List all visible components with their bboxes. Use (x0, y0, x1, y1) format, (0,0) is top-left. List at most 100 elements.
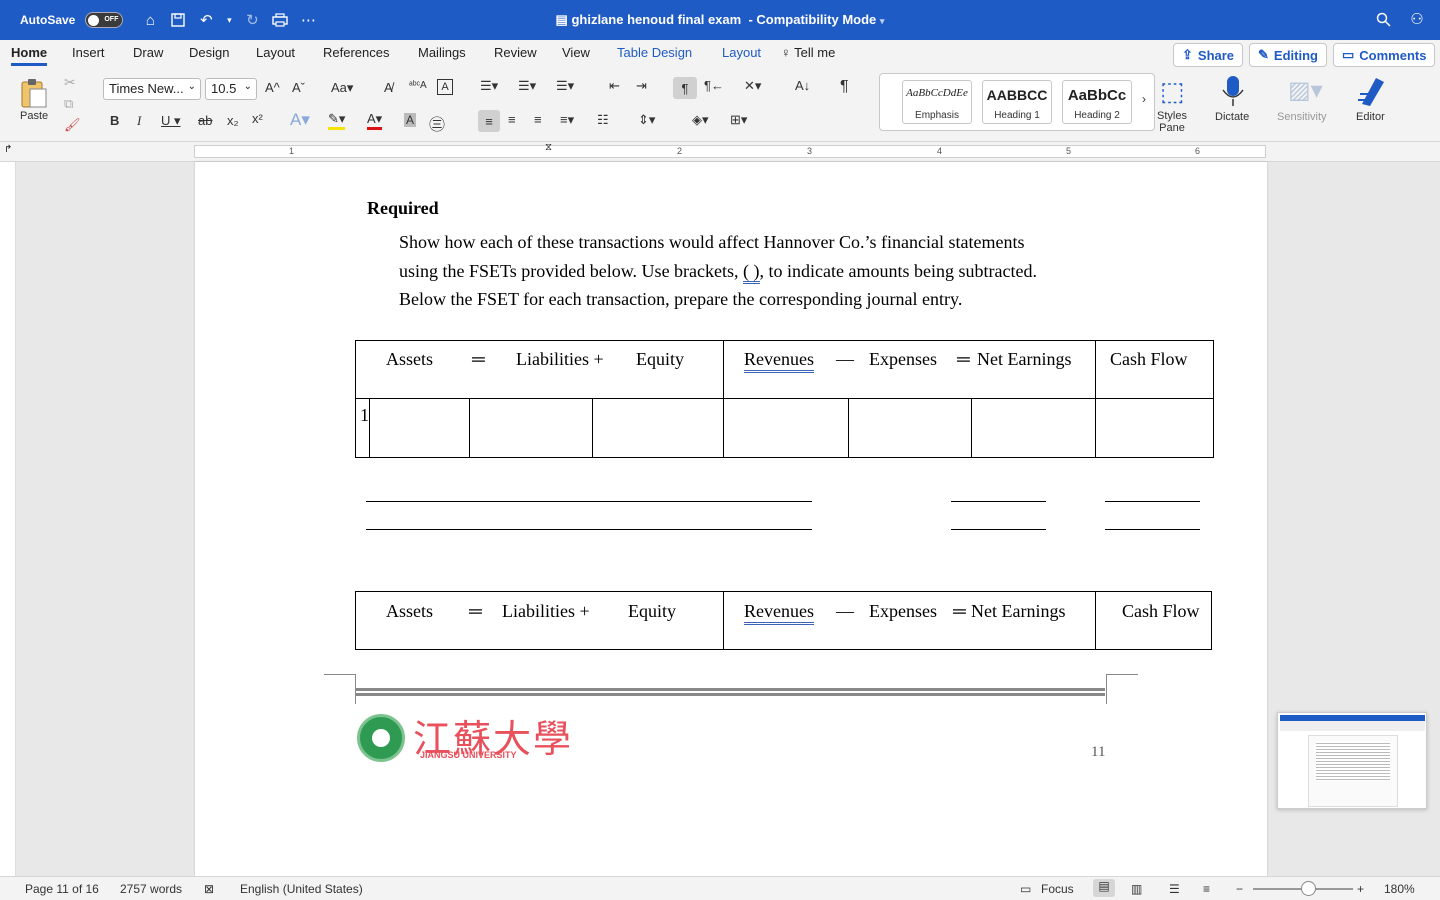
style-heading-2[interactable]: AaBbCc Heading 2 (1062, 80, 1132, 124)
search-icon[interactable] (1374, 10, 1392, 28)
character-border-icon[interactable]: A (437, 79, 453, 95)
multilevel-list-icon[interactable]: ☰▾ (556, 78, 574, 94)
microphone-icon[interactable] (1220, 74, 1246, 108)
page-thumbnail[interactable] (1277, 712, 1427, 809)
journal-debit-line[interactable] (951, 529, 1046, 530)
focus-icon[interactable]: ▭ (1020, 882, 1031, 896)
chevron-right-icon[interactable]: › (1142, 92, 1146, 106)
change-case-icon[interactable]: Aa▾ (331, 80, 353, 96)
tab-selector-icon[interactable]: ↱ (4, 144, 12, 155)
numbering-icon[interactable]: ☰▾ (518, 78, 536, 94)
draft-icon[interactable]: ≡ (1203, 882, 1210, 896)
text-effects-icon[interactable]: A▾ (290, 110, 310, 130)
format-painter-icon[interactable]: 🖌 (64, 117, 81, 133)
style-heading-1[interactable]: AABBCC Heading 1 (982, 80, 1052, 124)
word-count[interactable]: 2757 words (120, 882, 182, 896)
comments-button[interactable]: ▭ Comments (1333, 43, 1436, 67)
grow-font-icon[interactable]: A^ (265, 80, 280, 95)
people-icon[interactable]: ⚇ (1408, 10, 1426, 28)
sensitivity-icon[interactable]: ▨▾ (1288, 76, 1323, 105)
tab-table-layout[interactable]: Layout (722, 45, 761, 60)
show-marks-icon[interactable]: ¶ (840, 78, 849, 96)
tab-mailings[interactable]: Mailings (418, 45, 466, 60)
redo-icon[interactable]: ↻ (243, 11, 261, 29)
shrink-font-icon[interactable]: Aˇ (292, 80, 305, 95)
outline-icon[interactable]: ☰ (1169, 882, 1180, 896)
save-icon[interactable] (169, 11, 187, 29)
document-page[interactable]: Required Show how each of these transact… (195, 162, 1267, 876)
bold-icon[interactable]: B (110, 113, 119, 128)
distributed-icon[interactable]: ☷ (597, 112, 609, 128)
font-color-icon[interactable]: A▾ (367, 111, 383, 130)
tell-me[interactable]: ♀ Tell me (781, 45, 835, 60)
journal-line[interactable] (366, 501, 812, 502)
indent-marker[interactable]: ⧖ (545, 142, 552, 153)
asian-layout-icon[interactable]: ✕▾ (744, 78, 761, 94)
editing-button[interactable]: ✎ Editing (1249, 43, 1327, 67)
web-layout-icon[interactable]: ▥ (1131, 882, 1142, 896)
ltr-icon[interactable]: ¶ (673, 77, 697, 99)
print-icon[interactable] (271, 11, 289, 29)
tab-draw[interactable]: Draw (133, 45, 163, 60)
chevron-down-icon[interactable]: ▾ (880, 16, 885, 26)
zoom-slider-handle[interactable] (1301, 881, 1316, 896)
journal-credit-line[interactable] (1105, 501, 1200, 502)
tab-home[interactable]: Home (11, 45, 48, 66)
journal-credit-line[interactable] (1105, 529, 1200, 530)
ruler-bar[interactable]: 1 2 3 4 5 6 ⧖ (194, 142, 1266, 158)
more-icon[interactable]: ⋯ (299, 11, 317, 29)
tab-design[interactable]: Design (189, 45, 229, 60)
style-emphasis[interactable]: AaBbCcDdEe Emphasis (902, 80, 972, 124)
zoom-in-icon[interactable]: + (1357, 882, 1364, 896)
print-layout-icon[interactable]: ▤ (1093, 879, 1115, 897)
align-center-icon[interactable]: ≡ (508, 112, 516, 127)
zoom-level[interactable]: 180% (1384, 882, 1415, 896)
focus-label[interactable]: Focus (1041, 882, 1074, 896)
highlight-icon[interactable]: ✎▾ (328, 111, 346, 130)
sort-icon[interactable]: A↓ (795, 78, 810, 93)
subscript-icon[interactable]: x₂ (227, 113, 239, 128)
font-size-select[interactable]: 10.5 ⌄ (205, 78, 257, 100)
character-shading-icon[interactable]: A (404, 113, 417, 127)
bullets-icon[interactable]: ☰▾ (480, 78, 498, 94)
line-spacing-icon[interactable]: ⇕▾ (638, 112, 655, 128)
rtl-icon[interactable]: ¶← (704, 78, 724, 93)
chevron-down-icon[interactable]: ▾ (225, 11, 233, 29)
align-left-icon[interactable]: ≡ (478, 110, 500, 132)
decrease-indent-icon[interactable]: ⇤ (609, 78, 620, 94)
tab-insert[interactable]: Insert (72, 45, 105, 60)
justify-icon[interactable]: ≡▾ (560, 112, 574, 128)
align-right-icon[interactable]: ≡ (534, 112, 542, 127)
tab-review[interactable]: Review (494, 45, 537, 60)
increase-indent-icon[interactable]: ⇥ (636, 78, 647, 94)
share-button[interactable]: ⇪ Share (1173, 43, 1244, 67)
paste-icon[interactable] (14, 76, 54, 110)
clear-formatting-icon[interactable]: A̸ (384, 80, 393, 95)
autosave-toggle[interactable]: OFF (85, 12, 124, 28)
zoom-out-icon[interactable]: − (1236, 882, 1243, 896)
font-name-select[interactable]: Times New... ⌄ (103, 78, 201, 100)
tab-layout[interactable]: Layout (256, 45, 295, 60)
home-icon[interactable]: ⌂ (141, 11, 159, 29)
fset-table-1[interactable]: Assets ═ Liabilities + Equity Revenues —… (355, 340, 1214, 458)
tab-references[interactable]: References (323, 45, 389, 60)
cut-icon[interactable]: ✂ (64, 74, 76, 91)
styles-pane-icon[interactable]: ⬚ (1160, 76, 1185, 107)
proofing-icon[interactable]: ⊠ (204, 882, 214, 896)
journal-line[interactable] (366, 529, 812, 530)
undo-icon[interactable]: ↶ (197, 11, 215, 29)
phonetic-guide-icon[interactable]: ᵃᵇᶜA (409, 80, 427, 91)
copy-icon[interactable]: ⧉ (64, 96, 73, 112)
journal-debit-line[interactable] (951, 501, 1046, 502)
page-count[interactable]: Page 11 of 16 (25, 882, 99, 896)
superscript-icon[interactable]: x² (252, 111, 263, 126)
borders-icon[interactable]: ⊞▾ (730, 112, 747, 128)
underline-icon[interactable]: U ▾ (161, 113, 181, 129)
shading-icon[interactable]: ◈▾ (692, 112, 709, 128)
fset-table-2[interactable]: Assets ═ Liabilities + Equity Revenues —… (355, 591, 1212, 650)
enclose-characters-icon[interactable]: ㊂ (429, 111, 445, 135)
italic-icon[interactable]: I (137, 113, 141, 129)
language[interactable]: English (United States) (240, 882, 363, 896)
strikethrough-icon[interactable]: ab (198, 113, 212, 128)
editor-icon[interactable] (1356, 74, 1388, 108)
